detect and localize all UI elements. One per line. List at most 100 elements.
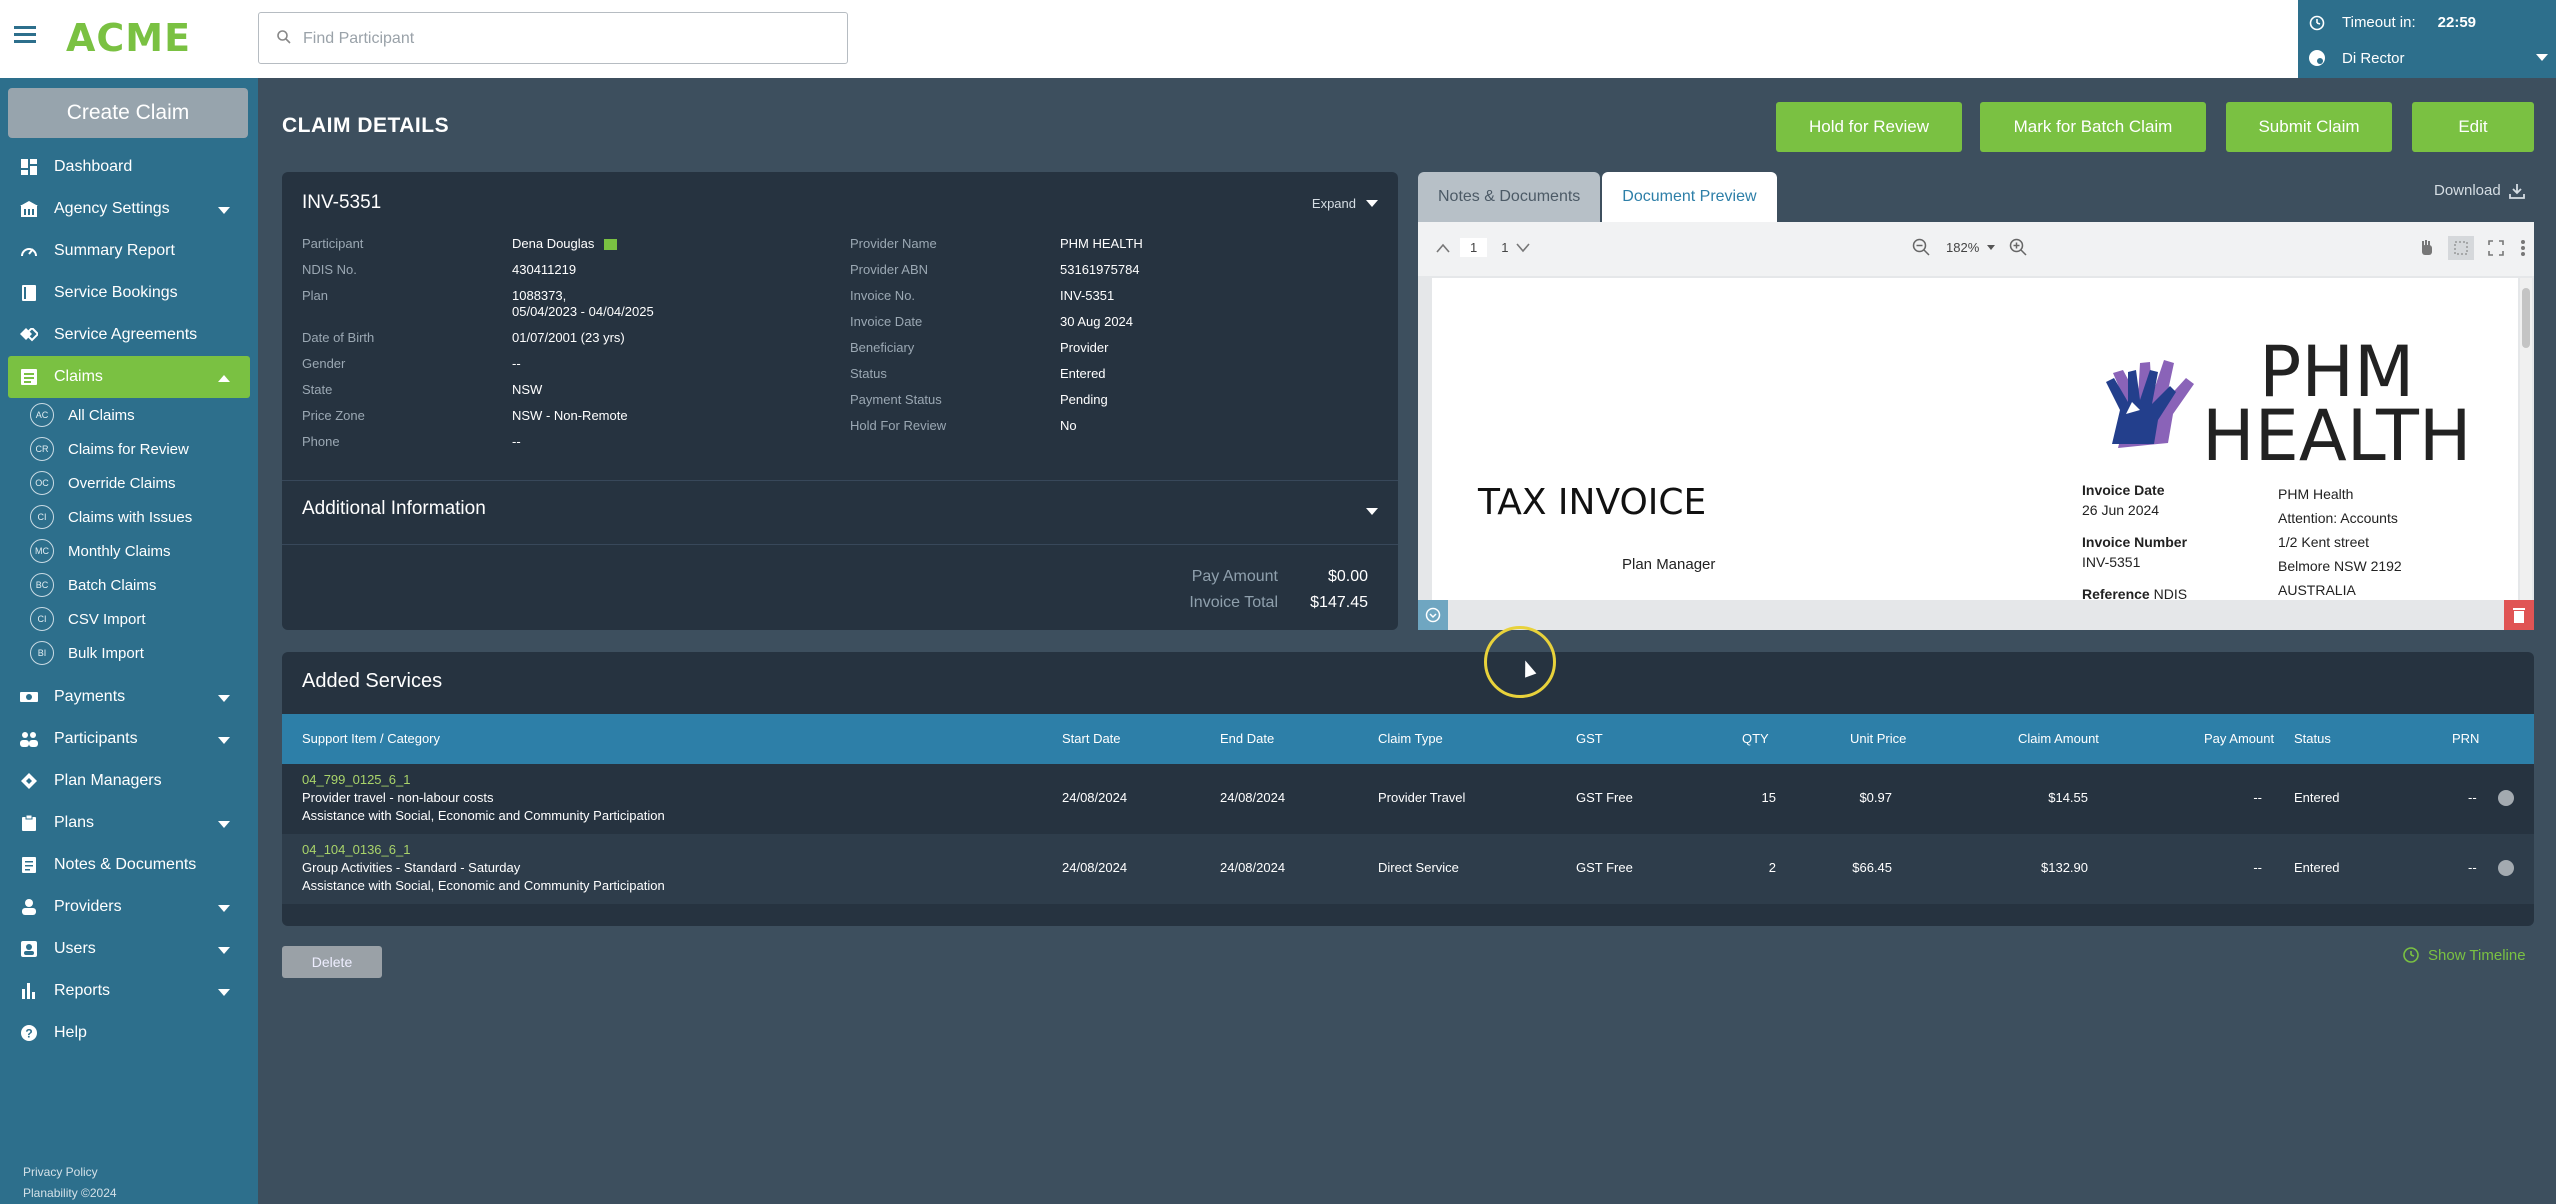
pay-amount-row: Pay Amount $0.00 bbox=[1128, 568, 1368, 586]
hand-tool-icon[interactable] bbox=[2418, 239, 2436, 257]
delete-button[interactable]: Delete bbox=[282, 946, 382, 978]
tab-document-preview[interactable]: Document Preview bbox=[1602, 172, 1777, 222]
chevron-down-icon[interactable] bbox=[1366, 508, 1378, 515]
page-number-input[interactable]: 1 bbox=[1460, 238, 1488, 257]
scrollbar-thumb[interactable] bbox=[2522, 288, 2530, 348]
tab-notes-documents[interactable]: Notes & Documents bbox=[1418, 172, 1601, 222]
company-address: PHM Health Attention: Accounts 1/2 Kent … bbox=[2278, 482, 2402, 600]
sidebar-item-dashboard[interactable]: Dashboard bbox=[0, 146, 258, 188]
sidebar-subitem-monthly-claims[interactable]: MC Monthly Claims bbox=[0, 534, 258, 568]
hold-for-review-button[interactable]: Hold for Review bbox=[1776, 102, 1962, 152]
document-scrollbar[interactable] bbox=[2520, 278, 2532, 600]
column-header[interactable]: Pay Amount bbox=[2204, 731, 2274, 746]
additional-information-header[interactable]: Additional Information bbox=[302, 498, 486, 520]
column-header[interactable]: QTY bbox=[1742, 731, 1769, 746]
search-input[interactable] bbox=[303, 25, 823, 53]
participant-search[interactable] bbox=[258, 12, 848, 64]
sidebar-subitem-batch-claims[interactable]: BC Batch Claims bbox=[0, 568, 258, 602]
participant-name[interactable]: Dena Douglas bbox=[512, 236, 618, 252]
sidebar-subitem-claims-for-review[interactable]: CR Claims for Review bbox=[0, 432, 258, 466]
zoom-out-icon[interactable] bbox=[1912, 238, 1930, 256]
zoom-in-icon[interactable] bbox=[2009, 238, 2027, 256]
column-header[interactable]: Claim Amount bbox=[2018, 731, 2099, 746]
column-header[interactable]: PRN bbox=[2452, 731, 2479, 746]
sidebar-item-service-agreements[interactable]: Service Agreements bbox=[0, 314, 258, 356]
sub-item-label: All Claims bbox=[68, 406, 135, 424]
chevron-down-icon[interactable] bbox=[1516, 242, 1531, 253]
chevron-down-icon bbox=[1366, 200, 1378, 207]
delete-document-button[interactable] bbox=[2504, 600, 2534, 630]
alarm-clock-icon bbox=[2309, 15, 2325, 31]
sidebar-item-payments[interactable]: Payments bbox=[0, 676, 258, 718]
sidebar-item-service-bookings[interactable]: Service Bookings bbox=[0, 272, 258, 314]
column-header[interactable]: Start Date bbox=[1062, 731, 1121, 746]
sidebar-item-label: Reports bbox=[54, 982, 111, 999]
sidebar-item-users[interactable]: Users bbox=[0, 928, 258, 970]
table-row[interactable]: 04_799_0125_6_1 Provider travel - non-la… bbox=[282, 764, 2534, 834]
support-item-category: Assistance with Social, Economic and Com… bbox=[302, 808, 665, 823]
sidebar-item-label: Notes & Documents bbox=[54, 856, 197, 873]
download-button[interactable]: Download bbox=[2434, 182, 2525, 199]
privacy-policy-link[interactable]: Privacy Policy bbox=[23, 1162, 117, 1183]
select-tool-button[interactable] bbox=[2448, 236, 2474, 260]
rotate-button[interactable] bbox=[1418, 600, 1448, 630]
support-item-name: Group Activities - Standard - Saturday bbox=[302, 860, 521, 875]
app-logo[interactable]: ACME bbox=[66, 16, 191, 60]
sidebar-item-label: Service Bookings bbox=[54, 284, 178, 301]
zoom-level[interactable]: 182% bbox=[1946, 240, 1979, 255]
trash-icon bbox=[2513, 608, 2525, 623]
invoice-total-value: $147.45 bbox=[1310, 594, 1368, 611]
sidebar-item-notes-documents[interactable]: Notes & Documents bbox=[0, 844, 258, 886]
sidebar-item-agency-settings[interactable]: Agency Settings bbox=[0, 188, 258, 230]
chevron-up-icon bbox=[218, 375, 230, 382]
sidebar-footer: Privacy Policy Planability ©2024 bbox=[23, 1162, 117, 1204]
user-menu[interactable]: Di Rector bbox=[2308, 40, 2548, 76]
sidebar-item-providers[interactable]: Providers bbox=[0, 886, 258, 928]
column-header[interactable]: Unit Price bbox=[1850, 731, 1906, 746]
claim-type: Provider Travel bbox=[1378, 790, 1466, 805]
column-header[interactable]: End Date bbox=[1220, 731, 1274, 746]
sidebar-subitem-claims-with-issues[interactable]: CI Claims with Issues bbox=[0, 500, 258, 534]
chevron-down-icon bbox=[218, 821, 230, 828]
chevron-up-icon[interactable] bbox=[1436, 243, 1450, 253]
unit-price: $66.45 bbox=[1852, 860, 1892, 875]
sidebar-item-summary-report[interactable]: Summary Report bbox=[0, 230, 258, 272]
row-select-radio[interactable] bbox=[2498, 790, 2514, 806]
sidebar-subitem-override-claims[interactable]: OC Override Claims bbox=[0, 466, 258, 500]
download-label: Download bbox=[2434, 182, 2501, 199]
sidebar-item-reports[interactable]: Reports bbox=[0, 970, 258, 1012]
row-select-radio[interactable] bbox=[2498, 860, 2514, 876]
column-header[interactable]: Support Item / Category bbox=[302, 731, 440, 746]
support-item-code[interactable]: 04_799_0125_6_1 bbox=[302, 772, 410, 787]
chevron-down-icon bbox=[218, 737, 230, 744]
sidebar-item-label: Participants bbox=[54, 730, 138, 747]
expand-toggle[interactable]: Expand bbox=[1312, 196, 1378, 211]
column-header[interactable]: Claim Type bbox=[1378, 731, 1443, 746]
fullscreen-icon[interactable] bbox=[2488, 240, 2504, 256]
create-claim-button[interactable]: Create Claim bbox=[8, 88, 248, 138]
start-date: 24/08/2024 bbox=[1062, 860, 1128, 875]
menu-toggle-icon[interactable] bbox=[14, 26, 36, 46]
document-viewer: 1 1 182% PHM HEALTH TAX INVOICE Plan Man… bbox=[1418, 222, 2534, 630]
field-label: Participant bbox=[302, 236, 364, 251]
sidebar-item-plans[interactable]: Plans bbox=[0, 802, 258, 844]
support-item-code[interactable]: 04_104_0136_6_1 bbox=[302, 842, 410, 857]
sidebar-subitem-csv-import[interactable]: CI CSV Import bbox=[0, 602, 258, 636]
diamond-icon bbox=[20, 772, 38, 790]
sidebar-item-plan-managers[interactable]: Plan Managers bbox=[0, 760, 258, 802]
submit-claim-button[interactable]: Submit Claim bbox=[2226, 102, 2392, 152]
sidebar-subitem-all-claims[interactable]: AC All Claims bbox=[0, 398, 258, 432]
column-header[interactable]: GST bbox=[1576, 731, 1603, 746]
column-header[interactable]: Status bbox=[2294, 731, 2331, 746]
more-options-icon[interactable] bbox=[2520, 239, 2526, 257]
sidebar-item-label: Providers bbox=[54, 898, 122, 915]
sidebar-item-help[interactable]: ? Help bbox=[0, 1012, 258, 1054]
sidebar-item-participants[interactable]: Participants bbox=[0, 718, 258, 760]
mark-for-batch-claim-button[interactable]: Mark for Batch Claim bbox=[1980, 102, 2206, 152]
show-timeline-link[interactable]: Show Timeline bbox=[2402, 946, 2526, 964]
caret-down-icon[interactable] bbox=[1987, 244, 1996, 250]
table-row[interactable]: 04_104_0136_6_1 Group Activities - Stand… bbox=[282, 834, 2534, 904]
sidebar-subitem-bulk-import[interactable]: BI Bulk Import bbox=[0, 636, 258, 670]
sidebar-item-claims[interactable]: Claims bbox=[8, 356, 250, 398]
edit-button[interactable]: Edit bbox=[2412, 102, 2534, 152]
